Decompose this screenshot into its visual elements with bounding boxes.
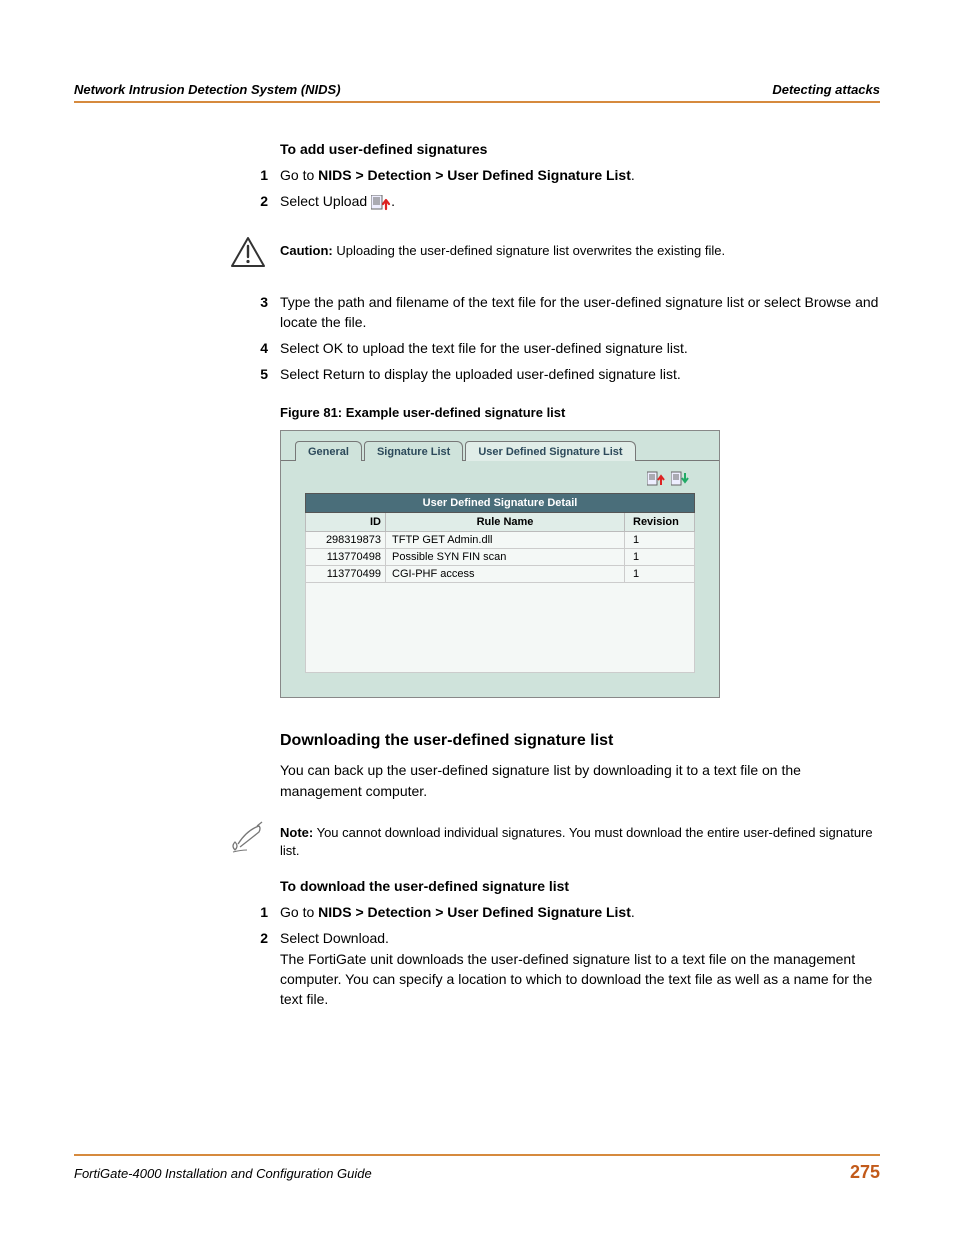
step-text-end: .	[391, 193, 395, 209]
cell-rev: 1	[625, 548, 695, 565]
step-number: 1	[246, 165, 280, 185]
header-rule	[74, 101, 880, 103]
step-number: 2	[246, 191, 280, 211]
toolbar	[281, 461, 719, 493]
cell-id: 113770498	[306, 548, 386, 565]
step-text-end: .	[631, 167, 635, 183]
step-text: Go to	[280, 904, 318, 920]
step-text-end: .	[631, 904, 635, 920]
col-header-revision: Revision	[625, 512, 695, 531]
section-heading-add: To add user-defined signatures	[280, 141, 880, 157]
step-4: 4 Select OK to upload the text file for …	[280, 338, 880, 358]
col-header-id: ID	[306, 512, 386, 531]
table-title: User Defined Signature Detail	[306, 493, 695, 512]
cell-name: TFTP GET Admin.dll	[386, 531, 625, 548]
table-header-row: ID Rule Name Revision	[306, 512, 695, 531]
note-body: You cannot download individual signature…	[280, 825, 873, 858]
tabs-row: General Signature List User Defined Sign…	[281, 431, 719, 461]
section-heading-download-steps: To download the user-defined signature l…	[280, 878, 880, 894]
footer-inner: FortiGate-4000 Installation and Configur…	[74, 1162, 880, 1183]
upload-icon	[371, 195, 391, 211]
table-row: 113770499 CGI-PHF access 1	[306, 565, 695, 582]
table-row: 298319873 TFTP GET Admin.dll 1	[306, 531, 695, 548]
footer-title: FortiGate-4000 Installation and Configur…	[74, 1166, 372, 1181]
step-number: 5	[246, 364, 280, 384]
nav-path: NIDS > Detection > User Defined Signatur…	[318, 904, 631, 920]
caution-text: Caution: Uploading the user-defined sign…	[270, 236, 880, 260]
step-body: Select Download. The FortiGate unit down…	[280, 928, 880, 1009]
dl-step-1: 1 Go to NIDS > Detection > User Defined …	[280, 902, 880, 922]
cell-name: Possible SYN FIN scan	[386, 548, 625, 565]
step-text: Select Upload	[280, 193, 371, 209]
table-title-row: User Defined Signature Detail	[306, 493, 695, 512]
figure-caption: Figure 81: Example user-defined signatur…	[280, 405, 880, 420]
signature-table: User Defined Signature Detail ID Rule Na…	[305, 493, 695, 583]
note-block: Note: You cannot download individual sig…	[226, 820, 880, 860]
cell-name: CGI-PHF access	[386, 565, 625, 582]
header-left: Network Intrusion Detection System (NIDS…	[74, 82, 341, 97]
cell-id: 298319873	[306, 531, 386, 548]
table-blank-area	[305, 583, 695, 673]
step-body: Select Upload .	[280, 191, 880, 211]
cell-rev: 1	[625, 565, 695, 582]
step-text: Go to	[280, 167, 318, 183]
main-content: To add user-defined signatures 1 Go to N…	[280, 141, 880, 1010]
step-body: Select OK to upload the text file for th…	[280, 338, 880, 358]
step-5: 5 Select Return to display the uploaded …	[280, 364, 880, 384]
step-text: Select Download.	[280, 928, 880, 948]
upload-signature-icon[interactable]	[647, 471, 665, 487]
cell-id: 113770499	[306, 565, 386, 582]
step-number: 4	[246, 338, 280, 358]
step-1: 1 Go to NIDS > Detection > User Defined …	[280, 165, 880, 185]
step-detail: The FortiGate unit downloads the user-de…	[280, 949, 880, 1010]
step-2: 2 Select Upload .	[280, 191, 880, 211]
signature-table-wrap: User Defined Signature Detail ID Rule Na…	[281, 493, 719, 673]
note-label: Note:	[280, 825, 313, 840]
note-icon	[226, 820, 270, 854]
step-body: Go to NIDS > Detection > User Defined Si…	[280, 165, 880, 185]
page-footer: FortiGate-4000 Installation and Configur…	[74, 1154, 880, 1183]
header-right: Detecting attacks	[772, 82, 880, 97]
caution-body: Uploading the user-defined signature lis…	[333, 243, 725, 258]
step-3: 3 Type the path and filename of the text…	[280, 292, 880, 333]
cell-rev: 1	[625, 531, 695, 548]
step-number: 1	[246, 902, 280, 922]
step-body: Go to NIDS > Detection > User Defined Si…	[280, 902, 880, 922]
step-body: Select Return to display the uploaded us…	[280, 364, 880, 384]
step-number: 3	[246, 292, 280, 333]
section-heading-download: Downloading the user-defined signature l…	[280, 732, 880, 750]
caution-label: Caution:	[280, 243, 333, 258]
tab-user-defined-signature-list[interactable]: User Defined Signature List	[465, 441, 635, 461]
dl-step-2: 2 Select Download. The FortiGate unit do…	[280, 928, 880, 1009]
figure-panel: General Signature List User Defined Sign…	[280, 430, 720, 698]
body-paragraph: You can back up the user-defined signatu…	[280, 760, 880, 802]
caution-block: Caution: Uploading the user-defined sign…	[226, 236, 880, 268]
note-text: Note: You cannot download individual sig…	[270, 820, 880, 860]
page-number: 275	[850, 1162, 880, 1183]
tab-general[interactable]: General	[295, 441, 362, 461]
col-header-rulename: Rule Name	[386, 512, 625, 531]
step-number: 2	[246, 928, 280, 1009]
page-header: Network Intrusion Detection System (NIDS…	[74, 82, 880, 97]
table-row: 113770498 Possible SYN FIN scan 1	[306, 548, 695, 565]
download-signature-icon[interactable]	[671, 471, 689, 487]
footer-rule	[74, 1154, 880, 1156]
caution-icon	[226, 236, 270, 268]
nav-path: NIDS > Detection > User Defined Signatur…	[318, 167, 631, 183]
step-body: Type the path and filename of the text f…	[280, 292, 880, 333]
tab-signature-list[interactable]: Signature List	[364, 441, 463, 461]
